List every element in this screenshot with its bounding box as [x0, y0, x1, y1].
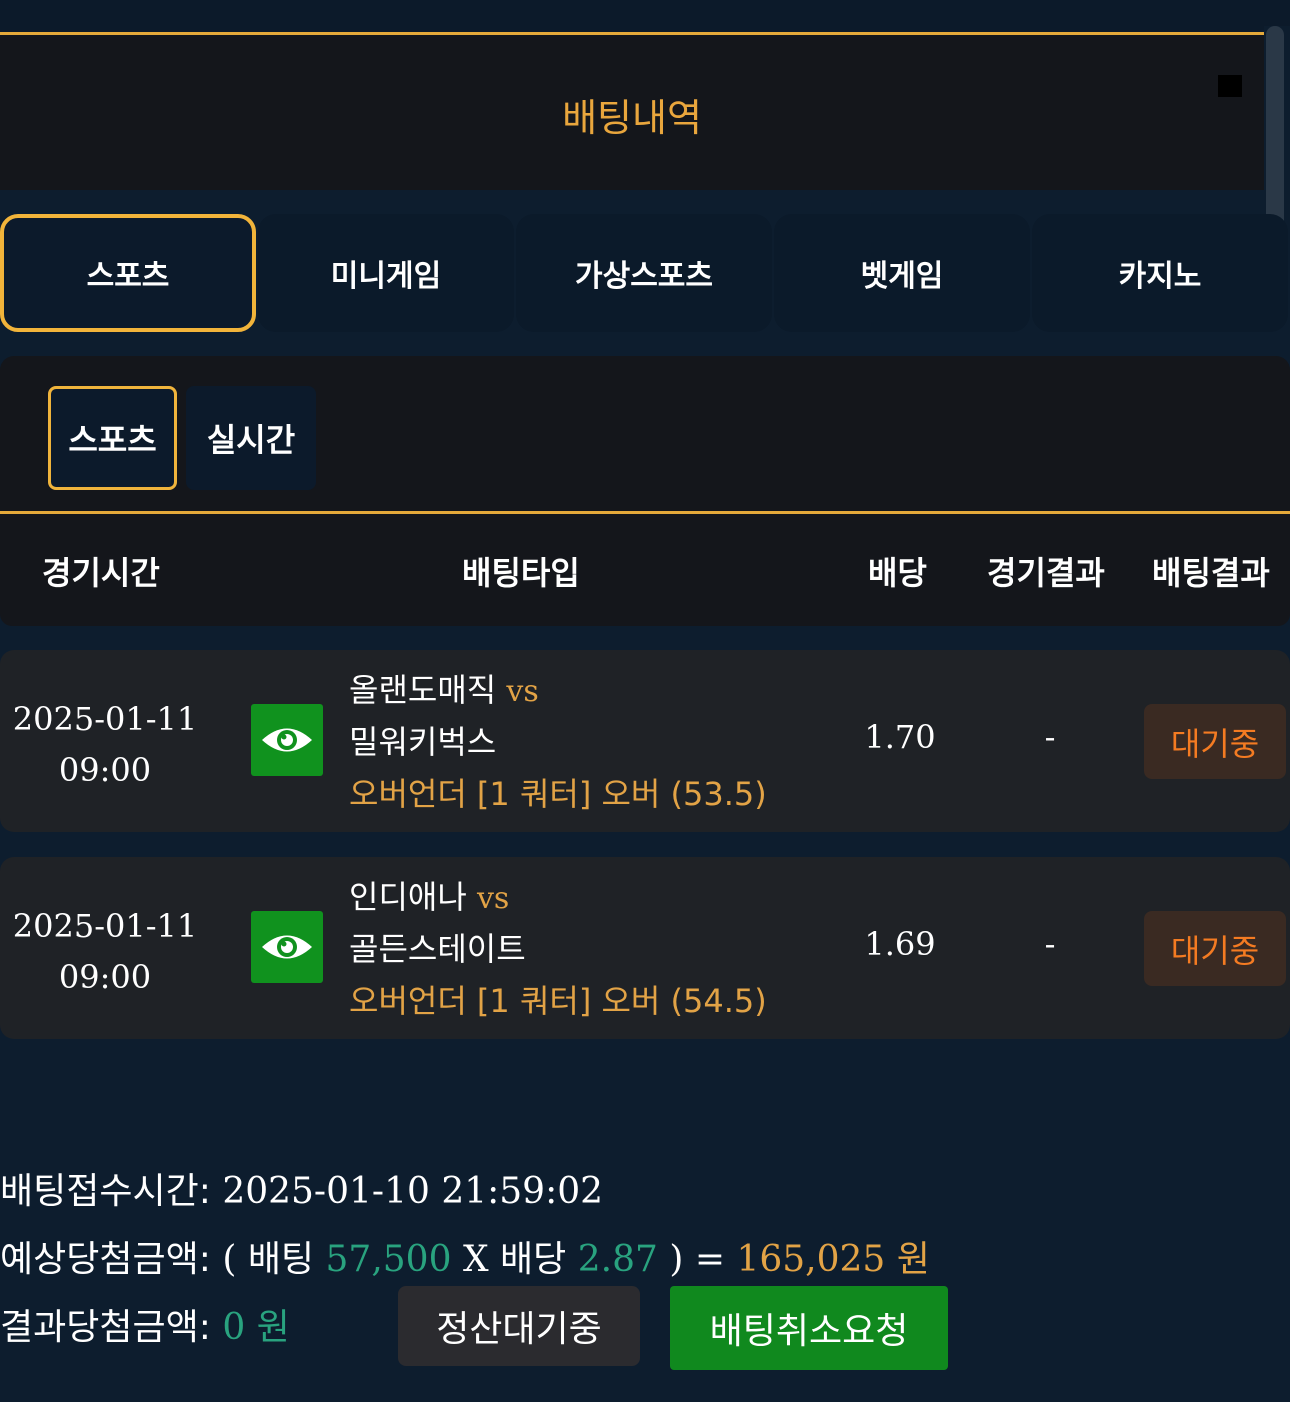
header-odds: 배당 [868, 554, 927, 592]
match-date: 2025-01-11 [12, 907, 198, 945]
view-button[interactable] [251, 911, 323, 983]
status-badge: 대기중 [1144, 704, 1286, 779]
close-equals: ) = [669, 1239, 725, 1280]
eye-icon [262, 935, 312, 959]
expected-amount: 165,025 원 [736, 1239, 930, 1280]
bet-type: 오버언더 [1 쿼터] 오버 (54.5) [349, 982, 767, 1020]
subtab-live[interactable]: 실시간 [186, 386, 316, 490]
match-datetime: 2025-01-11 09:00 [0, 694, 210, 796]
received-label: 배팅접수시간: [0, 1171, 211, 1212]
bet-info: 인디애나 vs 골든스테이트 오버언더 [1 쿼터] 오버 (54.5) [349, 871, 767, 1027]
match-date: 2025-01-11 [12, 700, 198, 738]
result-amount-line: 결과당첨금액: 0 원 [0, 1298, 290, 1350]
vs-label: vs [476, 881, 510, 916]
header-match-time: 경기시간 [42, 554, 160, 592]
match-result: - [1044, 925, 1056, 963]
expected-label: 예상당첨금액: [0, 1239, 211, 1280]
expected-amount-line: 예상당첨금액: ( 배팅 57,500 X 배당 2.87 ) = 165,02… [0, 1230, 930, 1282]
received-value: 2025-01-10 21:59:02 [222, 1171, 604, 1212]
bet-type: 오버언더 [1 쿼터] 오버 (53.5) [349, 775, 767, 813]
odds-value: 1.69 [864, 925, 936, 963]
away-team: 밀워키벅스 [349, 723, 497, 761]
times-sign: X [462, 1239, 489, 1280]
vs-label: vs [506, 674, 539, 709]
status-badge: 대기중 [1144, 911, 1286, 986]
odds-value: 1.70 [864, 718, 936, 756]
away-team: 골든스테이트 [349, 930, 526, 968]
match-time: 09:00 [58, 751, 152, 789]
home-team: 인디애나 [349, 878, 467, 916]
match-time: 09:00 [58, 958, 152, 996]
tab-virtual-sports[interactable]: 가상스포츠 [516, 214, 772, 332]
close-icon[interactable] [1218, 75, 1242, 97]
odds-word: 배당 [500, 1239, 567, 1280]
result-amount: 0 원 [222, 1307, 290, 1348]
view-button[interactable] [251, 704, 323, 776]
received-time-line: 배팅접수시간: 2025-01-10 21:59:02 [0, 1162, 603, 1214]
table-row: 2025-01-11 09:00 인디애나 vs 골든스테이트 오버언더 [1 … [0, 857, 1290, 1039]
settlement-pending-button[interactable]: 정산대기중 [398, 1286, 640, 1366]
subtab-panel: 스포츠 실시간 [0, 356, 1290, 514]
top-strip [0, 0, 1290, 32]
result-label: 결과당첨금액: [0, 1307, 211, 1348]
game-tabs: 스포츠 미니게임 가상스포츠 벳게임 카지노 [0, 214, 1290, 332]
table-row: 2025-01-11 09:00 올랜도매직 vs 밀워키벅스 오버언더 [1 … [0, 650, 1290, 832]
tab-sports[interactable]: 스포츠 [0, 214, 256, 332]
total-odds: 2.87 [577, 1239, 658, 1280]
subtab-sports[interactable]: 스포츠 [48, 386, 177, 490]
bet-word: 배팅 [247, 1239, 315, 1280]
cancel-bet-button[interactable]: 배팅취소요청 [670, 1286, 948, 1370]
tab-casino[interactable]: 카지노 [1032, 214, 1288, 332]
home-team: 올랜도매직 [349, 671, 497, 709]
modal-title: 배팅내역 [562, 96, 702, 140]
open-paren: ( [222, 1239, 237, 1280]
bet-amount: 57,500 [325, 1239, 452, 1280]
modal-header: 배팅내역 [0, 32, 1264, 190]
eye-icon [262, 728, 312, 752]
tab-bet-game[interactable]: 벳게임 [774, 214, 1030, 332]
match-datetime: 2025-01-11 09:00 [0, 901, 210, 1003]
header-match-result: 경기결과 [987, 554, 1105, 592]
tab-minigame[interactable]: 미니게임 [258, 214, 514, 332]
table-header: 경기시간 배팅타입 배당 경기결과 배팅결과 [0, 514, 1290, 626]
bet-info: 올랜도매직 vs 밀워키벅스 오버언더 [1 쿼터] 오버 (53.5) [349, 664, 767, 820]
match-result: - [1044, 718, 1056, 756]
header-bet-result: 배팅결과 [1152, 554, 1270, 592]
header-bet-type: 배팅타입 [462, 554, 580, 592]
